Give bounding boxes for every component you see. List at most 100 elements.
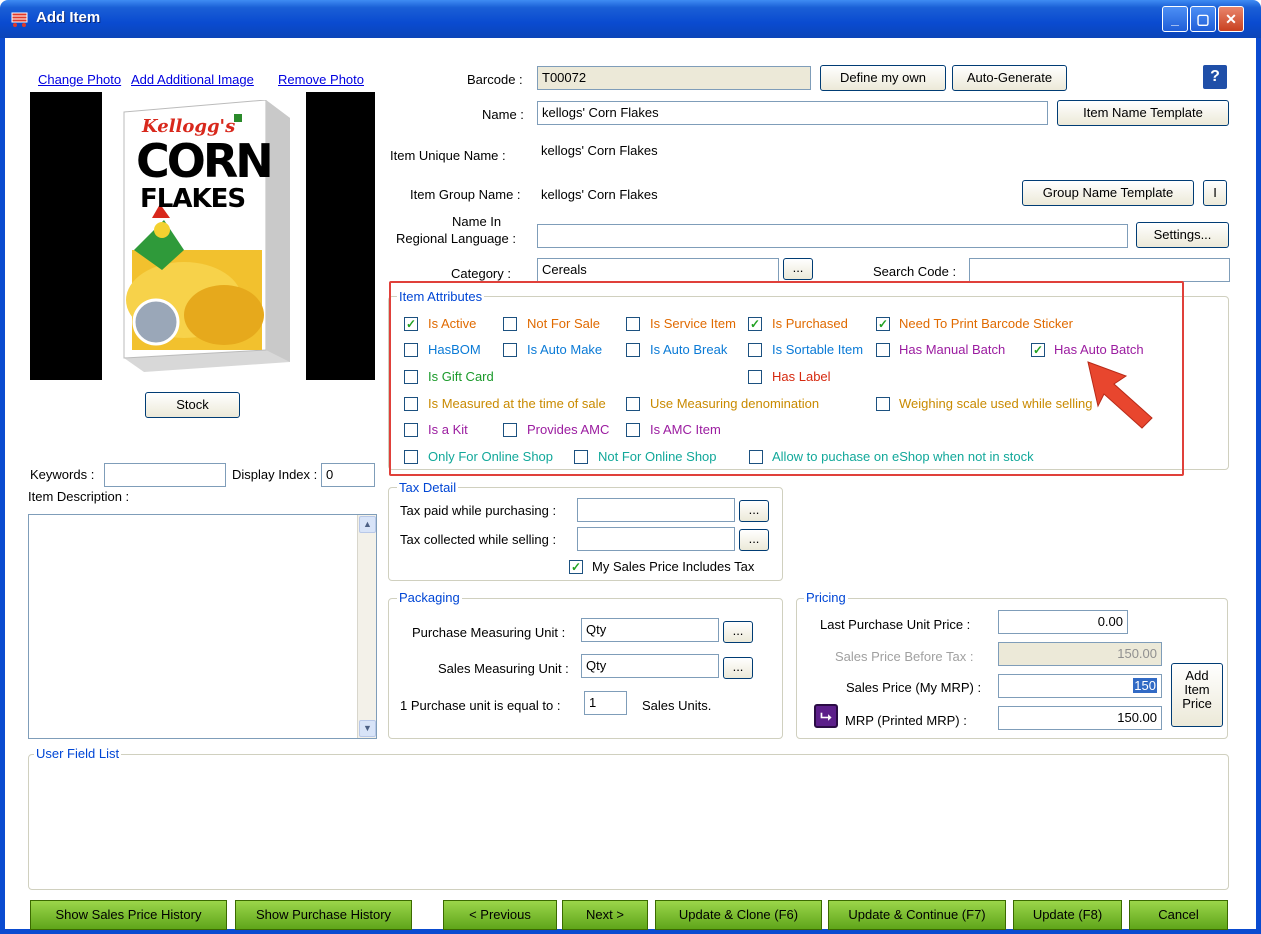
is-auto-make-checkbox[interactable] <box>503 343 517 357</box>
includes-tax-checkbox[interactable]: ✓ <box>569 560 583 574</box>
includes-tax-label: My Sales Price Includes Tax <box>592 559 755 574</box>
search-code-input[interactable] <box>969 258 1230 282</box>
item-name-template-button[interactable]: Item Name Template <box>1057 100 1229 126</box>
show-purchase-history-button[interactable]: Show Purchase History <box>235 900 412 930</box>
sales-unit-label: Sales Measuring Unit : <box>438 661 569 676</box>
tax-collected-browse-button[interactable]: ... <box>739 529 769 551</box>
minimize-button[interactable]: _ <box>1162 6 1188 32</box>
auto-generate-button[interactable]: Auto-Generate <box>952 65 1067 91</box>
is-a-kit-label: Is a Kit <box>428 422 468 437</box>
use-measuring-denomination-label: Use Measuring denomination <box>650 396 820 411</box>
next-button[interactable]: Next > <box>562 900 648 930</box>
print-barcode-sticker-checkbox[interactable]: ✓ <box>876 317 890 331</box>
sales-price-label: Sales Price (My MRP) : <box>846 680 982 695</box>
has-label-checkbox[interactable] <box>748 370 762 384</box>
stock-button[interactable]: Stock <box>145 392 240 418</box>
close-button[interactable]: ✕ <box>1218 6 1244 32</box>
scroll-up-icon[interactable]: ▲ <box>359 516 376 533</box>
is-gift-card-checkbox[interactable] <box>404 370 418 384</box>
add-item-price-button[interactable]: Add Item Price <box>1171 663 1223 727</box>
tax-paid-browse-button[interactable]: ... <box>739 500 769 522</box>
tax-paid-input[interactable] <box>577 498 735 522</box>
sales-price-selected-text: 150 <box>1133 678 1157 693</box>
update-clone-button[interactable]: Update & Clone (F6) <box>655 900 822 930</box>
not-for-sale-checkbox[interactable] <box>503 317 517 331</box>
conversion-suffix-label: Sales Units. <box>642 698 712 713</box>
update-continue-button[interactable]: Update & Continue (F7) <box>828 900 1006 930</box>
item-description-textarea[interactable]: ▲ ▼ <box>28 514 377 739</box>
name-input[interactable]: kellogs' Corn Flakes <box>537 101 1048 125</box>
is-purchased-checkbox[interactable]: ✓ <box>748 317 762 331</box>
group-name-label: Item Group Name : <box>410 187 521 202</box>
search-code-label: Search Code : <box>873 264 957 279</box>
sales-price-input[interactable]: 150 <box>998 674 1162 698</box>
previous-button[interactable]: < Previous <box>443 900 557 930</box>
user-field-list-group <box>28 754 1229 890</box>
is-sortable-item-checkbox[interactable] <box>748 343 762 357</box>
regional-name-input[interactable] <box>537 224 1128 248</box>
maximize-button[interactable]: ▢ <box>1190 6 1216 32</box>
is-measured-checkbox[interactable] <box>404 397 418 411</box>
regional-label-line1: Name In <box>452 214 502 229</box>
is-purchased-label: Is Purchased <box>772 316 848 331</box>
show-sales-history-button[interactable]: Show Sales Price History <box>30 900 227 930</box>
change-photo-link[interactable]: Change Photo <box>38 72 121 87</box>
last-purchase-price-input[interactable]: 0.00 <box>998 610 1128 634</box>
photo-border-left <box>30 92 102 380</box>
add-additional-image-link[interactable]: Add Additional Image <box>131 72 254 87</box>
is-active-checkbox[interactable]: ✓ <box>404 317 418 331</box>
is-measured-label: Is Measured at the time of sale <box>428 396 606 411</box>
category-label: Category : <box>451 266 511 281</box>
allow-eshop-purchase-label: Allow to puchase on eShop when not in st… <box>772 449 1034 464</box>
group-name-value: kellogs' Corn Flakes <box>541 187 658 202</box>
has-label-label: Has Label <box>772 369 831 384</box>
is-service-item-checkbox[interactable] <box>626 317 640 331</box>
is-amc-item-checkbox[interactable] <box>626 423 640 437</box>
allow-eshop-purchase-checkbox[interactable] <box>749 450 763 464</box>
remove-photo-link[interactable]: Remove Photo <box>278 72 364 87</box>
only-online-shop-checkbox[interactable] <box>404 450 418 464</box>
is-sortable-item-label: Is Sortable Item <box>772 342 864 357</box>
define-my-own-button[interactable]: Define my own <box>820 65 946 91</box>
has-auto-batch-checkbox[interactable]: ✓ <box>1031 343 1045 357</box>
display-index-input[interactable]: 0 <box>321 463 375 487</box>
settings-button[interactable]: Settings... <box>1136 222 1229 248</box>
scroll-down-icon[interactable]: ▼ <box>359 720 376 737</box>
annotation-arrow-icon <box>1087 361 1153 429</box>
is-auto-break-checkbox[interactable] <box>626 343 640 357</box>
category-input[interactable]: Cereals <box>537 258 779 282</box>
has-bom-label: HasBOM <box>428 342 481 357</box>
purchase-unit-input[interactable]: Qty <box>581 618 719 642</box>
not-online-shop-label: Not For Online Shop <box>598 449 717 464</box>
tax-collected-input[interactable] <box>577 527 735 551</box>
group-name-template-button[interactable]: Group Name Template <box>1022 180 1194 206</box>
weighing-scale-checkbox[interactable] <box>876 397 890 411</box>
has-manual-batch-checkbox[interactable] <box>876 343 890 357</box>
purchase-unit-label: Purchase Measuring Unit : <box>412 625 566 640</box>
pricing-legend: Pricing <box>804 590 848 605</box>
keywords-input[interactable] <box>104 463 226 487</box>
photo-border-right <box>306 92 375 380</box>
sales-unit-browse-button[interactable]: ... <box>723 657 753 679</box>
provides-amc-checkbox[interactable] <box>503 423 517 437</box>
mrp-input[interactable]: 150.00 <box>998 706 1162 730</box>
copy-price-arrow-icon[interactable]: ⮡ <box>814 704 838 728</box>
purchase-unit-browse-button[interactable]: ... <box>723 621 753 643</box>
use-measuring-denomination-checkbox[interactable] <box>626 397 640 411</box>
barcode-label: Barcode : <box>467 72 523 87</box>
cancel-button[interactable]: Cancel <box>1129 900 1228 930</box>
product-photo: Kellogg's CORN FLAKES <box>30 92 375 380</box>
group-extra-button[interactable]: I <box>1203 180 1227 206</box>
not-online-shop-checkbox[interactable] <box>574 450 588 464</box>
update-button[interactable]: Update (F8) <box>1013 900 1122 930</box>
add-item-price-line3: Price <box>1182 696 1212 711</box>
category-browse-button[interactable]: ... <box>783 258 813 280</box>
description-scrollbar[interactable]: ▲ ▼ <box>357 515 376 738</box>
tax-detail-legend: Tax Detail <box>397 480 459 495</box>
barcode-input[interactable]: T00072 <box>537 66 811 90</box>
has-bom-checkbox[interactable] <box>404 343 418 357</box>
sales-unit-input[interactable]: Qty <box>581 654 719 678</box>
conversion-input[interactable]: 1 <box>584 691 627 715</box>
help-icon[interactable]: ? <box>1203 65 1227 89</box>
is-a-kit-checkbox[interactable] <box>404 423 418 437</box>
